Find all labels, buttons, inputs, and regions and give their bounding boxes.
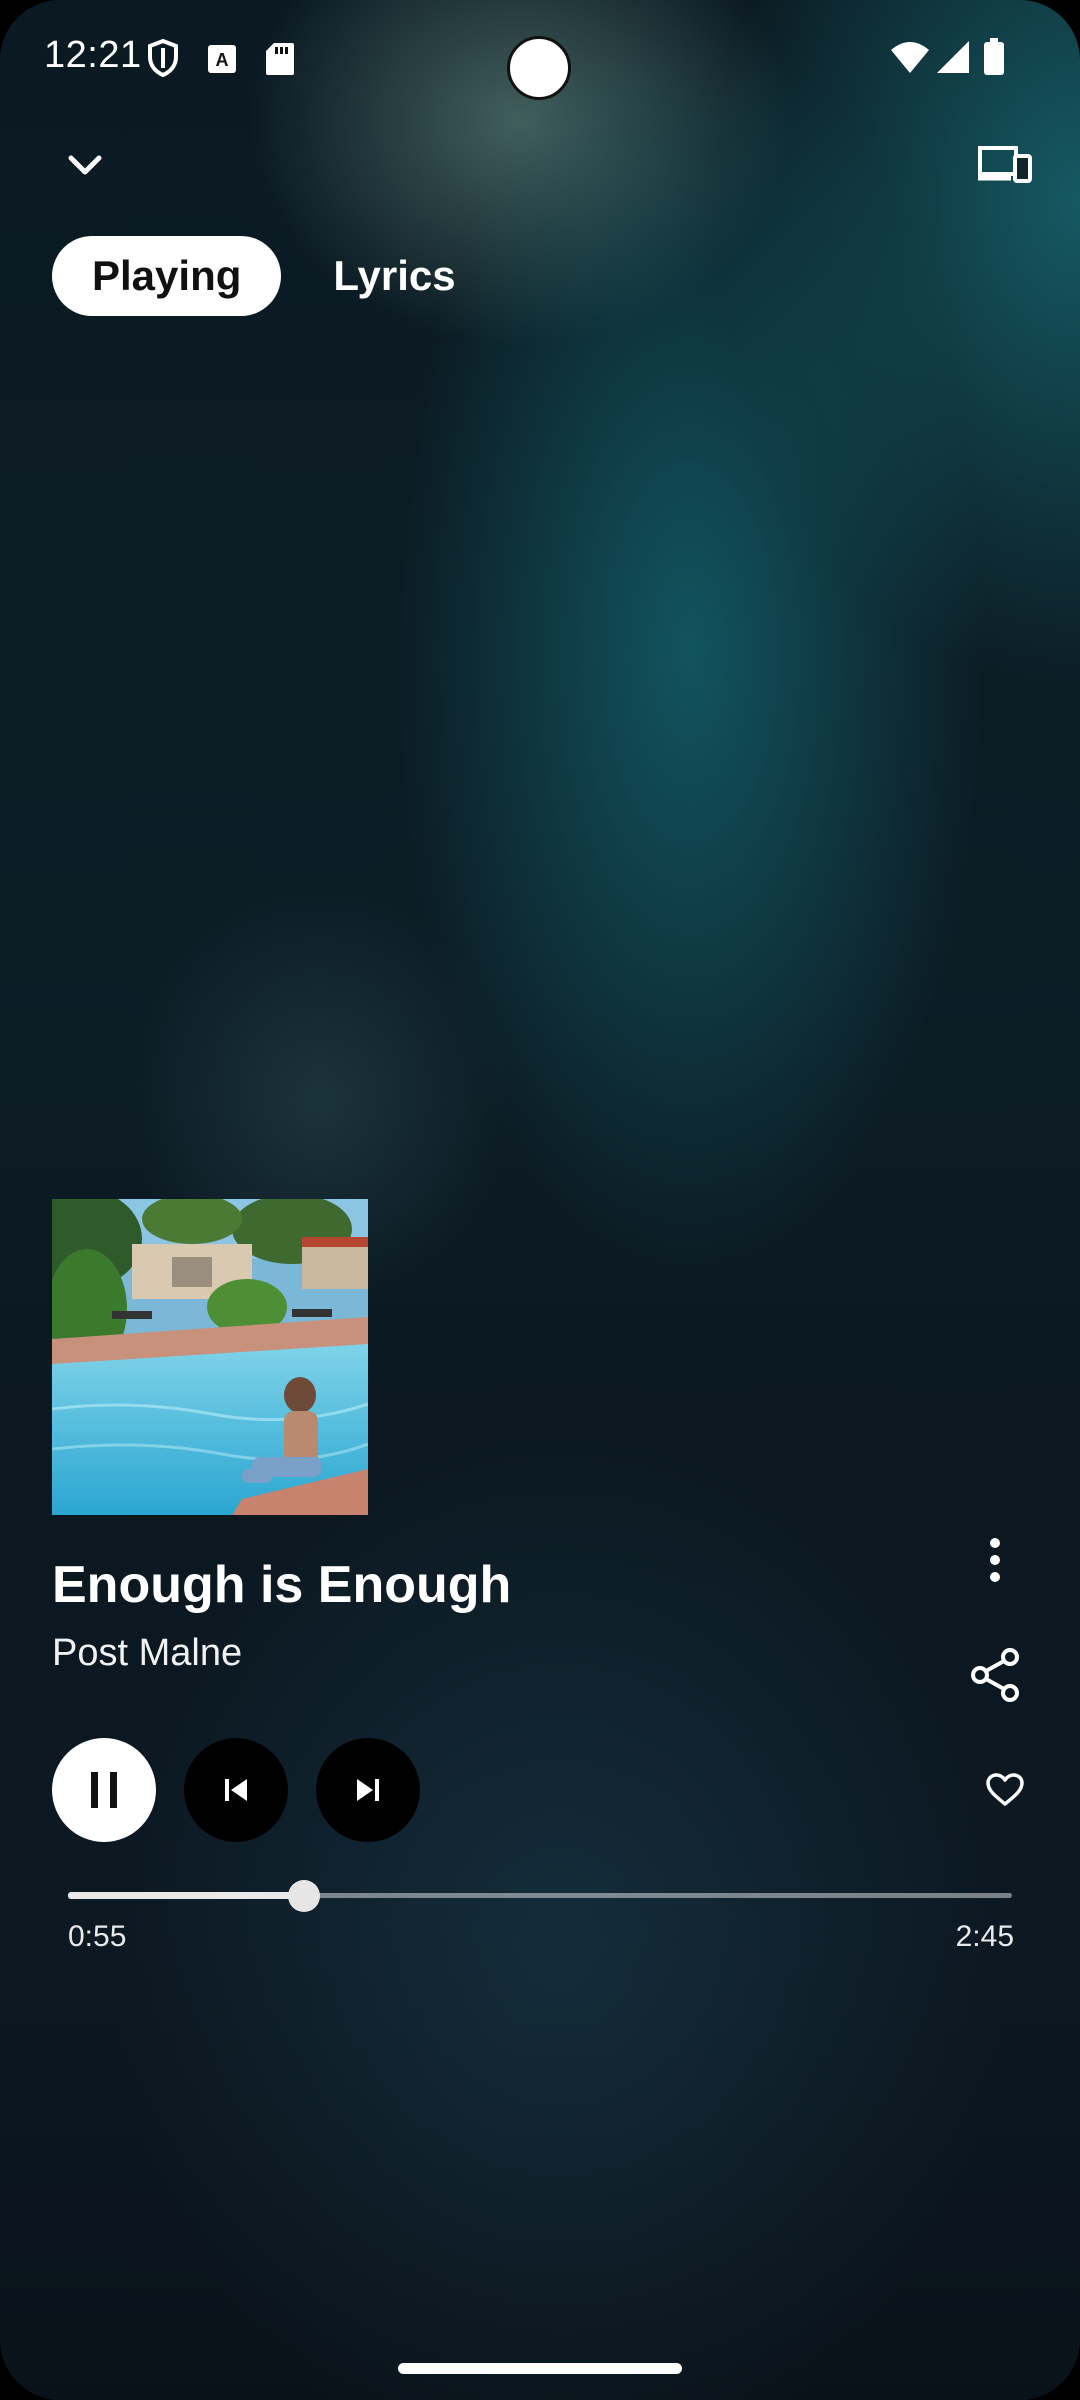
total-time: 2:45 [955, 1920, 1014, 1953]
tab-playing[interactable]: Playing [52, 236, 282, 316]
skip-previous-icon [225, 1779, 247, 1801]
like-button[interactable] [970, 1755, 1040, 1825]
seek-thumb[interactable] [288, 1880, 320, 1912]
status-bar: 12:21 A [0, 0, 1080, 120]
shield-icon [146, 38, 180, 83]
font-a-icon: A [207, 44, 237, 79]
now-playing-screen: 12:21 A Playing Lyrics Enough is Enough … [0, 0, 1080, 2400]
skip-next-icon [357, 1779, 379, 1801]
album-art [52, 1199, 368, 1515]
more-vertical-icon [990, 1538, 1000, 1582]
view-tabs: Playing Lyrics [52, 236, 496, 316]
pause-button[interactable] [52, 1738, 156, 1842]
seek-progress [68, 1892, 304, 1899]
previous-track-button[interactable] [184, 1738, 288, 1842]
share-button[interactable] [960, 1640, 1030, 1710]
devices-icon [978, 146, 1032, 183]
chevron-down-icon [68, 155, 102, 175]
tab-lyrics[interactable]: Lyrics [281, 236, 495, 316]
pause-icon [91, 1772, 117, 1808]
wifi-icon [890, 40, 930, 79]
seek-bar[interactable] [68, 1876, 1012, 1916]
collapse-button[interactable] [50, 130, 120, 200]
signal-icon [936, 40, 970, 79]
camera-cutout [507, 36, 571, 100]
devices-button[interactable] [970, 130, 1040, 200]
next-track-button[interactable] [316, 1738, 420, 1842]
svg-text:A: A [216, 50, 229, 70]
status-time: 12:21 [44, 34, 142, 76]
heart-outline-icon [986, 1773, 1024, 1806]
home-indicator[interactable] [398, 2363, 682, 2374]
sd-card-icon [265, 42, 295, 81]
track-title: Enough is Enough [52, 1556, 512, 1614]
track-artist[interactable]: Post Malne [52, 1632, 242, 1675]
share-icon [971, 1648, 1019, 1702]
more-options-button[interactable] [960, 1525, 1030, 1595]
elapsed-time: 0:55 [68, 1920, 127, 1953]
battery-icon [983, 38, 1005, 81]
